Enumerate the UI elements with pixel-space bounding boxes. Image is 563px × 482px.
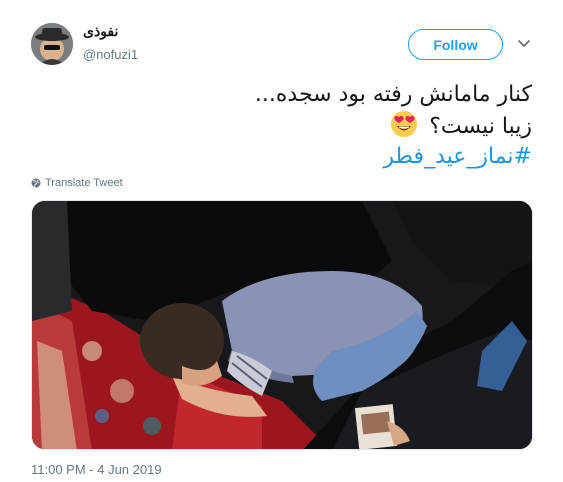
tweet-timestamp[interactable]: 11:00 PM - 4 Jun 2019 (31, 462, 162, 477)
hashtag-link[interactable]: #نماز_عید_فطر (52, 142, 532, 172)
translate-tweet-link[interactable]: Translate Tweet (31, 175, 123, 191)
tweet-text-line-2: زیبا نیست؟ (52, 110, 532, 142)
spy-avatar-icon[interactable] (31, 23, 73, 65)
follow-button[interactable]: Follow (408, 29, 503, 60)
tweet-card: نفوذی @nofuzi1 Follow کنار مامانش رفته ب… (0, 0, 563, 482)
translate-tweet-label: Translate Tweet (45, 177, 123, 189)
tweet-text: کنار مامانش رفته بود سجده... زیبا نیست؟ … (52, 80, 532, 172)
smiling-face-with-heart-eyes-icon (390, 110, 418, 138)
display-name[interactable]: نفوذی (83, 23, 118, 40)
chevron-down-icon[interactable] (516, 36, 532, 52)
globe-icon (31, 178, 41, 188)
tweet-text-line-1: کنار مامانش رفته بود سجده... (254, 82, 532, 107)
tweet-text-line-2-text: زیبا نیست؟ (429, 114, 532, 139)
screen-name[interactable]: @nofuzi1 (83, 47, 138, 62)
photo-child-praying-icon[interactable] (31, 200, 533, 450)
